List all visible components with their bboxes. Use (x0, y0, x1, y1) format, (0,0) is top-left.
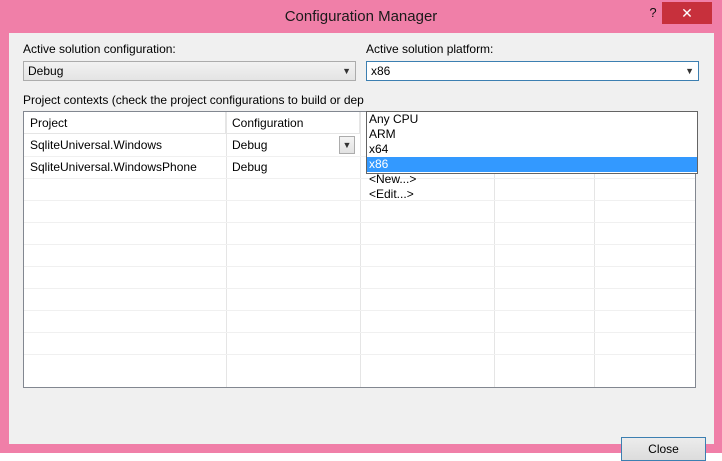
configuration-manager-dialog: Configuration Manager ? ✕ Active solutio… (0, 0, 722, 461)
dialog-client-area: Active solution configuration: Debug ▼ A… (9, 33, 714, 461)
active-configuration-combo[interactable]: Debug ▼ (23, 61, 356, 81)
platform-dropdown-list[interactable]: Any CPU ARM x64 x86 <New...> <Edit...> (366, 111, 698, 201)
row-divider (24, 288, 695, 289)
dialog-title: Configuration Manager (284, 8, 438, 25)
column-divider (360, 112, 361, 387)
row-divider (24, 266, 695, 267)
close-icon[interactable]: ✕ (662, 2, 712, 24)
row-2-configuration[interactable]: Debug (226, 156, 360, 178)
row-divider (24, 310, 695, 311)
platform-option-x64[interactable]: x64 (367, 142, 697, 157)
platform-option-x86[interactable]: x86 (367, 157, 697, 172)
row-divider (24, 222, 695, 223)
active-platform-combo[interactable]: x86 ▼ (366, 61, 699, 81)
chevron-down-icon: ▼ (342, 66, 351, 76)
active-configuration-label: Active solution configuration: (23, 42, 176, 56)
platform-option-new[interactable]: <New...> (367, 172, 697, 187)
platform-option-any-cpu[interactable]: Any CPU (367, 112, 697, 127)
column-header-project[interactable]: Project (24, 112, 226, 134)
close-button[interactable]: Close (621, 437, 706, 461)
title-bar[interactable]: Configuration Manager ? ✕ (0, 0, 722, 33)
platform-option-edit[interactable]: <Edit...> (367, 187, 697, 202)
active-platform-value: x86 (371, 64, 391, 78)
chevron-down-icon: ▼ (685, 66, 694, 76)
row-divider (24, 332, 695, 333)
platform-option-arm[interactable]: ARM (367, 127, 697, 142)
row-1-configuration-dropdown-icon[interactable]: ▼ (339, 136, 355, 154)
active-platform-label: Active solution platform: (366, 42, 494, 56)
row-divider (24, 244, 695, 245)
project-contexts-label: Project contexts (check the project conf… (23, 93, 364, 107)
row-1-project[interactable]: SqliteUniversal.Windows (24, 134, 226, 156)
column-header-configuration[interactable]: Configuration (226, 112, 360, 134)
row-divider (24, 354, 695, 355)
active-configuration-value: Debug (28, 64, 64, 78)
row-2-project[interactable]: SqliteUniversal.WindowsPhone (24, 156, 226, 178)
